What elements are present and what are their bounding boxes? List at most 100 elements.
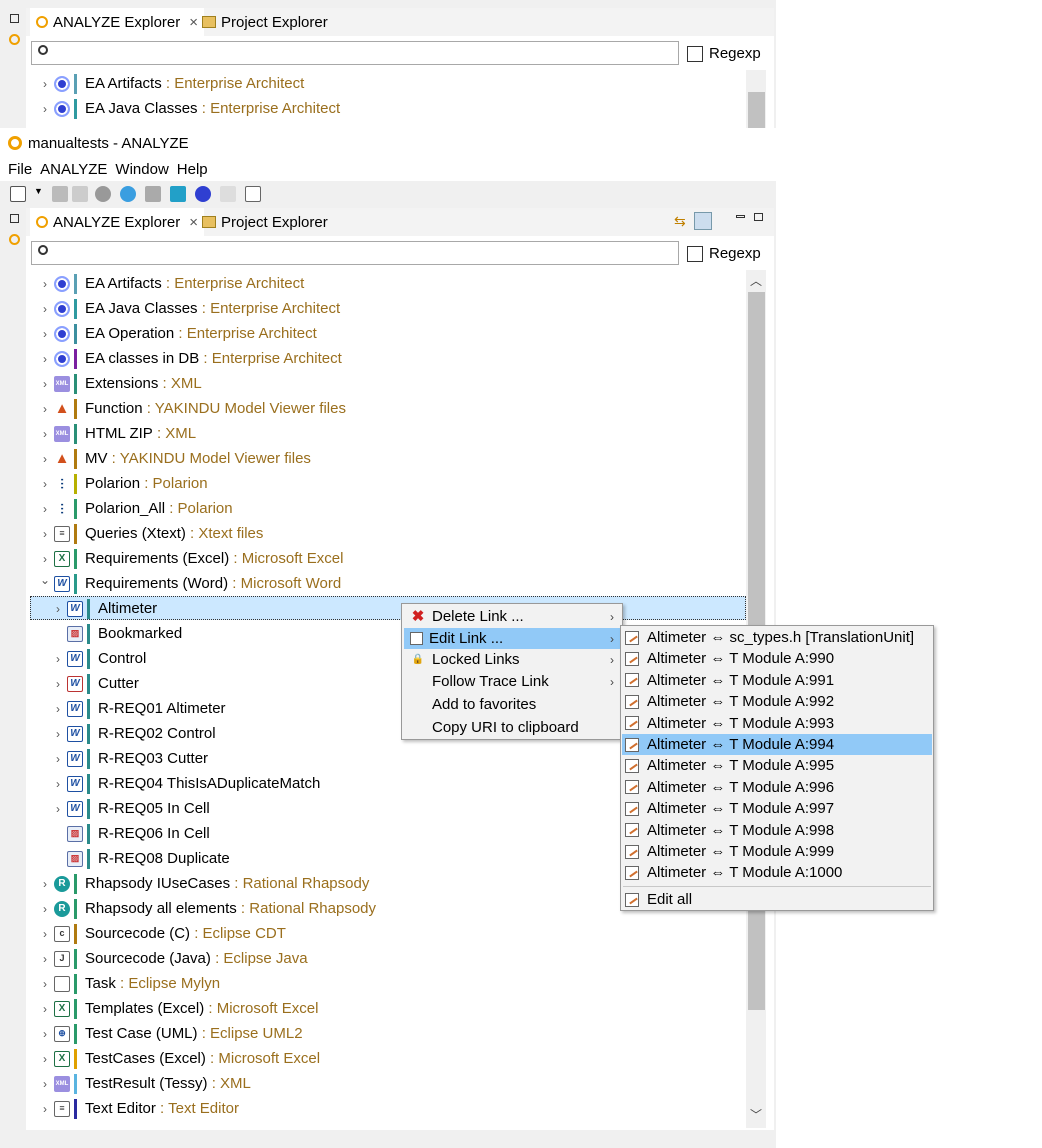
chevron-right-icon[interactable]: › bbox=[36, 477, 54, 491]
tree-row[interactable]: ⌄ W Requirements (Word) : Microsoft Word bbox=[36, 571, 341, 596]
tree-row[interactable]: › ⫶ Polarion_All : Polarion bbox=[36, 496, 233, 521]
regexp-checkbox[interactable] bbox=[687, 245, 703, 262]
menu-help[interactable]: Help bbox=[177, 161, 208, 178]
chevron-right-icon[interactable]: › bbox=[36, 327, 54, 341]
new-icon[interactable] bbox=[10, 186, 26, 202]
dropdown-arrow-icon[interactable]: ▼ bbox=[34, 186, 43, 196]
regexp-checkbox[interactable] bbox=[687, 45, 703, 62]
ghost-tab-project[interactable]: Project Explorer bbox=[196, 8, 334, 36]
tree-row[interactable]: › ≡ Text Editor : Text Editor bbox=[36, 1096, 239, 1121]
child-row[interactable]: › W R-REQ01 Altimeter bbox=[49, 696, 226, 721]
tree-row[interactable]: › ⊕ Test Case (UML) : Eclipse UML2 bbox=[36, 1021, 303, 1046]
submenu-item[interactable]: Altimeter ⇔ T Module A:991 bbox=[622, 670, 932, 691]
tree-row[interactable]: › X Requirements (Excel) : Microsoft Excel bbox=[36, 546, 343, 571]
context-menu-item[interactable]: ✖ Delete Link ... › bbox=[404, 606, 620, 627]
tree-row[interactable]: › XML Extensions : XML bbox=[36, 371, 202, 396]
submenu-item[interactable]: Altimeter ⇔ T Module A:997 bbox=[622, 798, 932, 819]
submenu-item[interactable]: Altimeter ⇔ T Module A:995 bbox=[622, 755, 932, 776]
analyze-view-icon[interactable] bbox=[9, 234, 20, 245]
chevron-right-icon[interactable]: › bbox=[36, 927, 54, 941]
save-icon[interactable] bbox=[52, 186, 68, 202]
ghost-tree-row[interactable]: › EA Artifacts : Enterprise Architect bbox=[36, 71, 304, 96]
ghost-tree-row[interactable]: › EA Java Classes : Enterprise Architect bbox=[36, 96, 340, 121]
submenu-item[interactable]: Altimeter ⇔ T Module A:1000 bbox=[622, 862, 932, 883]
chevron-right-icon[interactable]: › bbox=[36, 452, 54, 466]
chevron-down-icon[interactable]: ⌄ bbox=[36, 573, 54, 587]
tree-row[interactable]: › Task : Eclipse Mylyn bbox=[36, 971, 220, 996]
chevron-right-icon[interactable]: › bbox=[36, 277, 54, 291]
chevron-right-icon[interactable]: › bbox=[36, 427, 54, 441]
tree-row[interactable]: › R Rhapsody all elements : Rational Rhaps… bbox=[36, 896, 376, 921]
menu-file[interactable]: File bbox=[8, 161, 32, 178]
chevron-right-icon[interactable]: › bbox=[36, 902, 54, 916]
tree-row[interactable]: › EA Java Classes : Enterprise Architect bbox=[36, 296, 340, 321]
tree-row[interactable]: › R Rhapsody IUseCases : Rational Rhapsody bbox=[36, 871, 369, 896]
analyze-view-icon[interactable] bbox=[9, 34, 20, 45]
scroll-down-icon[interactable]: ﹀ bbox=[750, 1106, 762, 1123]
ghost-scrollbar[interactable] bbox=[746, 70, 766, 128]
ghost-tab-analyze[interactable]: ANALYZE Explorer × bbox=[30, 8, 205, 36]
sync-icon[interactable]: ⇆ bbox=[674, 213, 690, 229]
panel-icon[interactable] bbox=[170, 186, 186, 202]
restore-icon[interactable] bbox=[10, 14, 19, 23]
tab-project-explorer[interactable]: Project Explorer bbox=[196, 208, 334, 236]
child-row[interactable]: › W R-REQ04 ThisIsADuplicateMatch bbox=[49, 771, 320, 796]
chevron-right-icon[interactable]: › bbox=[36, 877, 54, 891]
ea-toolbar-icon[interactable] bbox=[195, 186, 211, 202]
submenu-item[interactable]: Altimeter ⇔ T Module A:992 bbox=[622, 691, 932, 712]
edit-all-item[interactable]: Edit all bbox=[622, 889, 932, 910]
child-row[interactable]: › W Altimeter bbox=[49, 596, 157, 621]
chevron-right-icon[interactable]: › bbox=[49, 727, 67, 741]
menu-window[interactable]: Window bbox=[115, 161, 168, 178]
export-icon[interactable] bbox=[245, 186, 261, 202]
chevron-right-icon[interactable]: › bbox=[36, 352, 54, 366]
ptc-icon[interactable] bbox=[145, 186, 161, 202]
chevron-right-icon[interactable]: › bbox=[36, 977, 54, 991]
tree-row[interactable]: › XML TestResult (Tessy) : XML bbox=[36, 1071, 251, 1096]
chevron-right-icon[interactable]: › bbox=[36, 77, 54, 91]
tree-row[interactable]: › ≡ Queries (Xtext) : Xtext files bbox=[36, 521, 263, 546]
child-row[interactable]: › W R-REQ05 In Cell bbox=[49, 796, 210, 821]
trace-icon[interactable] bbox=[220, 186, 236, 202]
scroll-up-icon[interactable]: ︿ bbox=[750, 272, 762, 289]
tree-row[interactable]: › c Sourcecode (C) : Eclipse CDT bbox=[36, 921, 286, 946]
child-row[interactable]: › W Control bbox=[49, 646, 146, 671]
submenu-item[interactable]: Altimeter ⇔ T Module A:990 bbox=[622, 648, 932, 669]
tree-row[interactable]: › ▲ MV : YAKINDU Model Viewer files bbox=[36, 446, 311, 471]
context-menu-item[interactable]: Copy URI to clipboard bbox=[404, 717, 620, 738]
context-menu-item[interactable]: Follow Trace Link › bbox=[404, 671, 620, 692]
context-menu-item[interactable]: 🔒 Locked Links › bbox=[404, 649, 620, 670]
tree-row[interactable]: › EA classes in DB : Enterprise Architect bbox=[36, 346, 342, 371]
tree-row[interactable]: › J Sourcecode (Java) : Eclipse Java bbox=[36, 946, 308, 971]
chevron-right-icon[interactable]: › bbox=[49, 702, 67, 716]
chevron-right-icon[interactable]: › bbox=[36, 102, 54, 116]
child-row[interactable]: ▨ Bookmarked bbox=[49, 621, 182, 646]
chevron-right-icon[interactable]: › bbox=[36, 502, 54, 516]
ghost-regexp[interactable]: Regexp bbox=[687, 45, 761, 62]
chevron-right-icon[interactable]: › bbox=[49, 602, 67, 616]
chevron-right-icon[interactable]: › bbox=[49, 652, 67, 666]
chevron-right-icon[interactable]: › bbox=[36, 1102, 54, 1116]
submenu-item[interactable]: Altimeter ⇔ T Module A:994 bbox=[622, 734, 932, 755]
chevron-right-icon[interactable]: › bbox=[36, 1002, 54, 1016]
chevron-right-icon[interactable]: › bbox=[36, 302, 54, 316]
chevron-right-icon[interactable]: › bbox=[36, 1027, 54, 1041]
ghost-scroll-thumb[interactable] bbox=[748, 92, 765, 128]
chevron-right-icon[interactable]: › bbox=[36, 1077, 54, 1091]
chevron-right-icon[interactable]: › bbox=[36, 552, 54, 566]
child-row[interactable]: › W R-REQ03 Cutter bbox=[49, 746, 208, 771]
search-input[interactable] bbox=[31, 241, 679, 265]
tree-row[interactable]: › X TestCases (Excel) : Microsoft Excel bbox=[36, 1046, 320, 1071]
submenu-item[interactable]: Altimeter ⇔ T Module A:998 bbox=[622, 820, 932, 841]
chevron-right-icon[interactable]: › bbox=[49, 677, 67, 691]
child-row[interactable]: › W R-REQ02 Control bbox=[49, 721, 216, 746]
chevron-right-icon[interactable]: › bbox=[49, 752, 67, 766]
context-menu-item[interactable]: Edit Link ... › bbox=[404, 628, 620, 649]
chevron-right-icon[interactable]: › bbox=[36, 527, 54, 541]
tree-row[interactable]: › EA Artifacts : Enterprise Architect bbox=[36, 271, 304, 296]
menu-analyze[interactable]: ANALYZE bbox=[40, 161, 107, 178]
regexp-option[interactable]: Regexp bbox=[687, 245, 761, 262]
tab-analyze-explorer[interactable]: ANALYZE Explorer × bbox=[30, 208, 205, 236]
tree-row[interactable]: › X Templates (Excel) : Microsoft Excel bbox=[36, 996, 318, 1021]
submenu-item[interactable]: Altimeter ⇔ T Module A:996 bbox=[622, 777, 932, 798]
